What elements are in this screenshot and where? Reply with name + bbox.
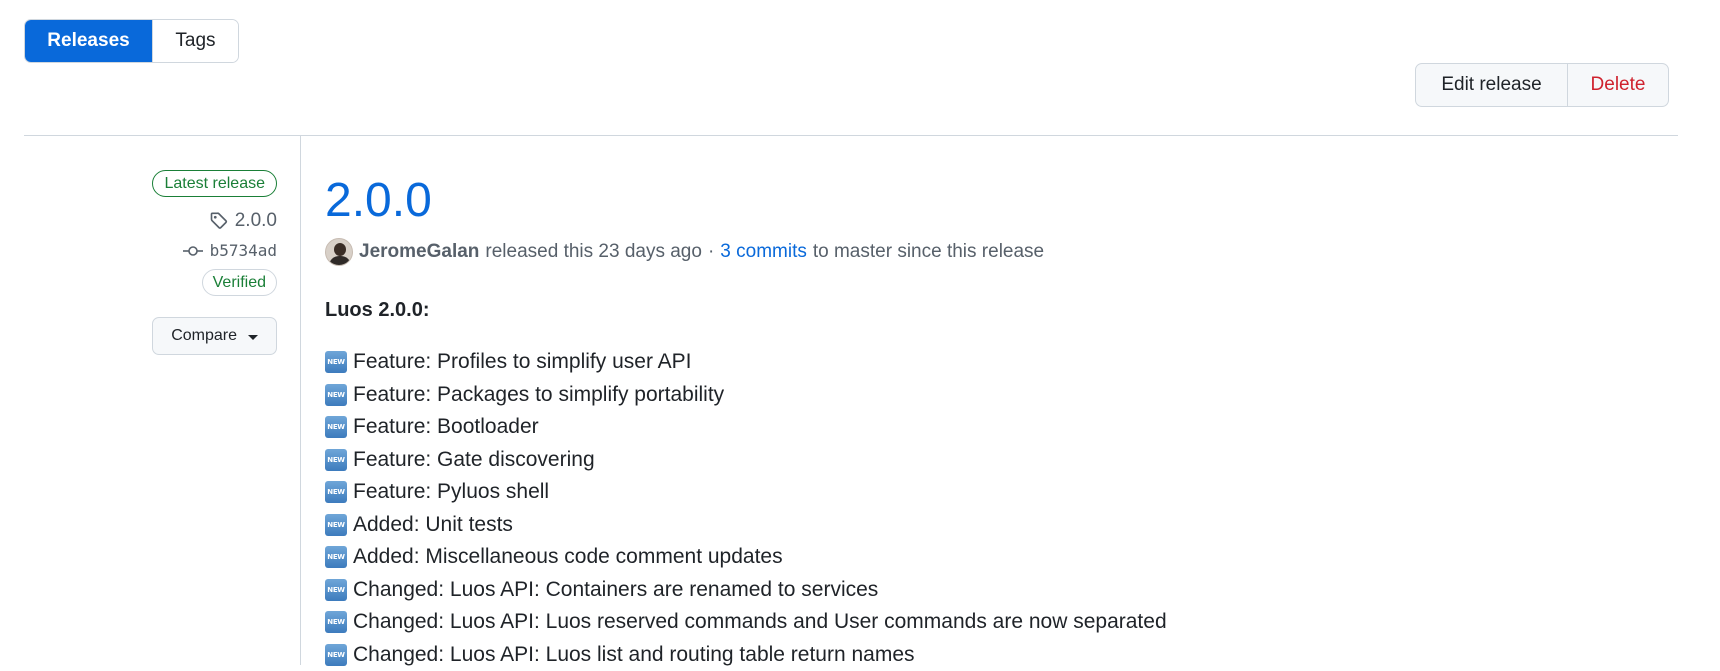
tab-tags[interactable]: Tags — [152, 20, 238, 62]
latest-release-badge: Latest release — [152, 170, 277, 197]
list-item: NEWFeature: Packages to simplify portabi… — [325, 379, 1680, 412]
tab-releases[interactable]: Releases — [25, 20, 152, 62]
compare-button[interactable]: Compare — [152, 317, 277, 355]
release-byline: JeromeGalan released this 23 days ago · … — [325, 237, 1680, 267]
commits-link[interactable]: 3 commits — [720, 241, 807, 263]
list-item: NEWFeature: Profiles to simplify user AP… — [325, 346, 1680, 379]
released-text: released this 23 days ago — [485, 241, 702, 263]
list-item: NEWChanged: Luos API: Containers are ren… — [325, 574, 1680, 607]
release-body: 2.0.0 JeromeGalan released this 23 days … — [325, 172, 1680, 671]
timeline-line — [300, 136, 301, 665]
commit-icon — [182, 243, 204, 259]
chevron-down-icon — [248, 335, 258, 340]
new-icon: NEW — [325, 644, 347, 666]
list-item: NEWAdded: Miscellaneous code comment upd… — [325, 541, 1680, 574]
list-item: NEWFeature: Gate discovering — [325, 444, 1680, 477]
commit-sha: b5734ad — [210, 241, 277, 260]
author-link[interactable]: JeromeGalan — [359, 241, 479, 263]
new-icon: NEW — [325, 384, 347, 406]
release-tabs: Releases Tags — [24, 19, 239, 63]
avatar[interactable] — [325, 238, 353, 266]
verified-badge[interactable]: Verified — [202, 269, 277, 296]
new-icon: NEW — [325, 579, 347, 601]
tag-name: 2.0.0 — [235, 210, 277, 232]
byline-separator: · — [708, 241, 714, 263]
new-icon: NEW — [325, 416, 347, 438]
edit-release-button[interactable]: Edit release — [1416, 64, 1567, 106]
new-icon: NEW — [325, 481, 347, 503]
list-item: NEWChanged: Luos API: Luos reserved comm… — [325, 606, 1680, 639]
list-item: NEWAdded: Unit tests — [325, 509, 1680, 542]
commits-suffix: to master since this release — [813, 241, 1044, 263]
commit-link[interactable]: b5734ad — [182, 241, 277, 260]
list-item: NEWFeature: Bootloader — [325, 411, 1680, 444]
new-icon: NEW — [325, 351, 347, 373]
release-title[interactable]: 2.0.0 — [325, 172, 1680, 230]
new-icon: NEW — [325, 546, 347, 568]
compare-label: Compare — [171, 318, 237, 354]
release-meta: Latest release 2.0.0 b5734ad Verified Co… — [77, 170, 277, 355]
new-icon: NEW — [325, 449, 347, 471]
new-icon: NEW — [325, 514, 347, 536]
tag-icon — [209, 211, 229, 231]
tag-link[interactable]: 2.0.0 — [209, 210, 277, 232]
release-notes-heading: Luos 2.0.0: — [325, 299, 1680, 322]
release-actions: Edit release Delete — [1415, 63, 1669, 107]
list-item: NEWFeature: Pyluos shell — [325, 476, 1680, 509]
release-notes-list: NEWFeature: Profiles to simplify user AP… — [325, 346, 1680, 671]
list-item: NEWChanged: Luos API: Luos list and rout… — [325, 639, 1680, 671]
new-icon: NEW — [325, 611, 347, 633]
divider — [24, 135, 1678, 136]
delete-release-button[interactable]: Delete — [1567, 64, 1668, 106]
